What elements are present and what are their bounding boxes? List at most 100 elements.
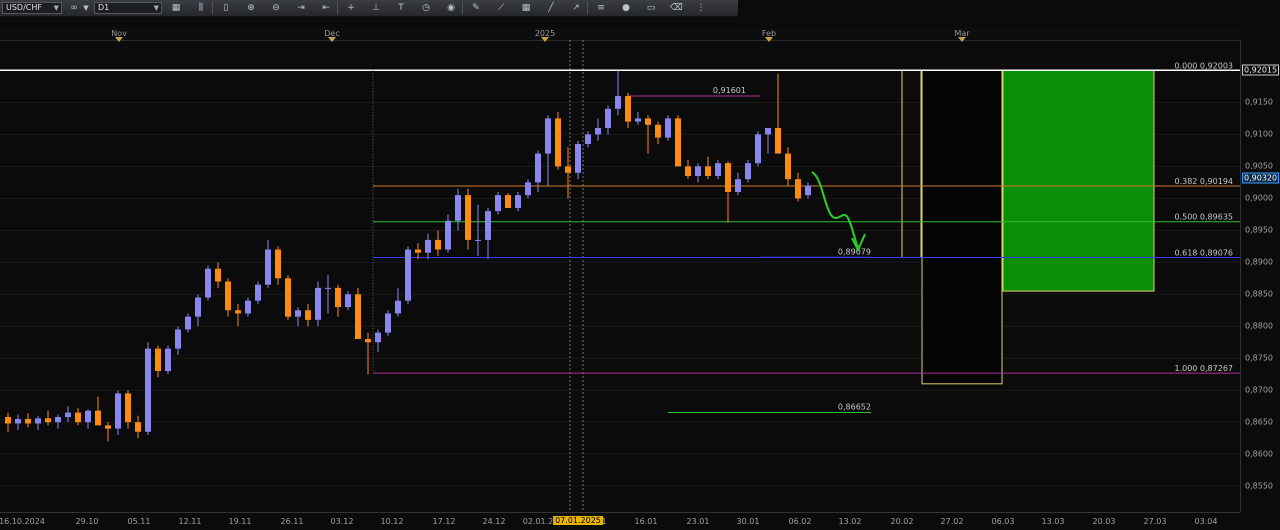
candle <box>15 414 21 430</box>
candles <box>5 70 811 442</box>
candle-body <box>625 96 631 122</box>
candle <box>575 140 581 180</box>
date-tick: 03.12 <box>330 517 354 526</box>
candle <box>25 413 31 428</box>
candle-body <box>805 185 811 196</box>
date-tick: 02.01.2 <box>522 517 554 526</box>
candle <box>195 294 201 327</box>
date-tick: 10.12 <box>380 517 404 526</box>
candle-body <box>725 163 731 192</box>
date-tick: 13.02 <box>838 517 862 526</box>
price-tick: 0,8900 <box>1245 257 1273 267</box>
candle-body <box>115 393 121 429</box>
candle-body <box>415 249 421 253</box>
candle <box>305 303 311 327</box>
candle <box>145 342 151 435</box>
candle-body <box>155 348 161 372</box>
fib-label: 0.618 0,89076 <box>1174 248 1233 257</box>
date-tick: 27.03 <box>1143 517 1167 526</box>
candle-body <box>55 417 61 423</box>
candle-body <box>15 418 21 424</box>
date-tick: 23.01 <box>686 517 710 526</box>
candle <box>155 345 161 378</box>
candle <box>685 159 691 180</box>
date-tick: 03.04 <box>1194 517 1218 526</box>
price-tick: 0,9050 <box>1245 161 1273 171</box>
candle <box>355 287 361 340</box>
candle-body <box>175 329 181 349</box>
candle-body <box>5 417 11 424</box>
candle-body <box>65 412 71 418</box>
candle-body <box>685 166 691 176</box>
candle-body <box>25 418 31 424</box>
candle-body <box>695 166 701 176</box>
candle-body <box>495 195 501 212</box>
candle <box>235 303 241 327</box>
candle <box>385 310 391 336</box>
price-tick: 0,8750 <box>1245 353 1273 363</box>
candle <box>165 345 171 375</box>
candle-body <box>245 300 251 314</box>
candle <box>185 313 191 333</box>
candle-body <box>35 418 41 424</box>
candle <box>225 278 231 317</box>
candle-body <box>385 313 391 333</box>
candle-body <box>635 118 641 122</box>
candle <box>765 128 771 154</box>
zone-green-box <box>1002 69 1155 292</box>
price-tick: 0,8550 <box>1245 481 1273 491</box>
candle-body <box>345 294 351 308</box>
candle <box>405 246 411 304</box>
candle <box>755 131 761 167</box>
candle <box>85 409 91 429</box>
candle-body <box>445 220 451 250</box>
candle-body <box>605 108 611 129</box>
fib-label: 0.000 0,92003 <box>1174 61 1233 70</box>
price-box-top: 0,92015 <box>1242 64 1280 75</box>
candle-body <box>145 348 151 432</box>
price-tick: 0,8950 <box>1245 225 1273 235</box>
candle-body <box>565 166 571 173</box>
candle-body <box>785 153 791 180</box>
date-axis: 16.10.2024 29.10 05.11 12.11 19.11 26.11 03.12… <box>0 512 1240 530</box>
candle <box>675 115 681 167</box>
candle-body <box>595 128 601 135</box>
candle-body <box>455 195 461 221</box>
candle-body <box>505 195 511 208</box>
candle <box>415 243 421 260</box>
zone-upper-box <box>901 69 922 258</box>
candle <box>655 121 661 145</box>
chart-plot[interactable]: 0.000 0,92003 0.382 0,90194 0.500 0,89635 0… <box>0 0 1240 512</box>
candle <box>295 307 301 327</box>
candle <box>495 191 501 215</box>
candle-body <box>615 96 621 109</box>
candle <box>465 188 471 250</box>
price-tick: 0,8700 <box>1245 385 1273 395</box>
price-tick: 0,8850 <box>1245 289 1273 299</box>
price-tick: 0,9100 <box>1245 129 1273 139</box>
forecast-arrow <box>811 171 859 248</box>
candle-body <box>45 418 51 423</box>
candle-body <box>165 348 171 372</box>
level-label: 0,89079 <box>838 247 871 256</box>
date-tick: 05.11 <box>127 517 151 526</box>
candle <box>365 332 371 375</box>
candle <box>665 115 671 141</box>
candle-body <box>185 316 191 330</box>
candle-body <box>525 182 531 196</box>
candle-body <box>515 195 521 208</box>
candle <box>745 159 751 183</box>
date-tick: 20.03 <box>1092 517 1116 526</box>
candle-body <box>735 179 741 192</box>
candle <box>255 281 261 304</box>
candle-body <box>195 297 201 317</box>
candle-body <box>465 195 471 240</box>
candle <box>505 193 511 208</box>
candle <box>5 412 11 432</box>
candle-body <box>645 118 651 125</box>
candle <box>565 147 571 199</box>
zone-black-box <box>921 69 1003 385</box>
candle <box>625 92 631 129</box>
candle-body <box>365 339 371 343</box>
date-tick: 27.02 <box>940 517 964 526</box>
